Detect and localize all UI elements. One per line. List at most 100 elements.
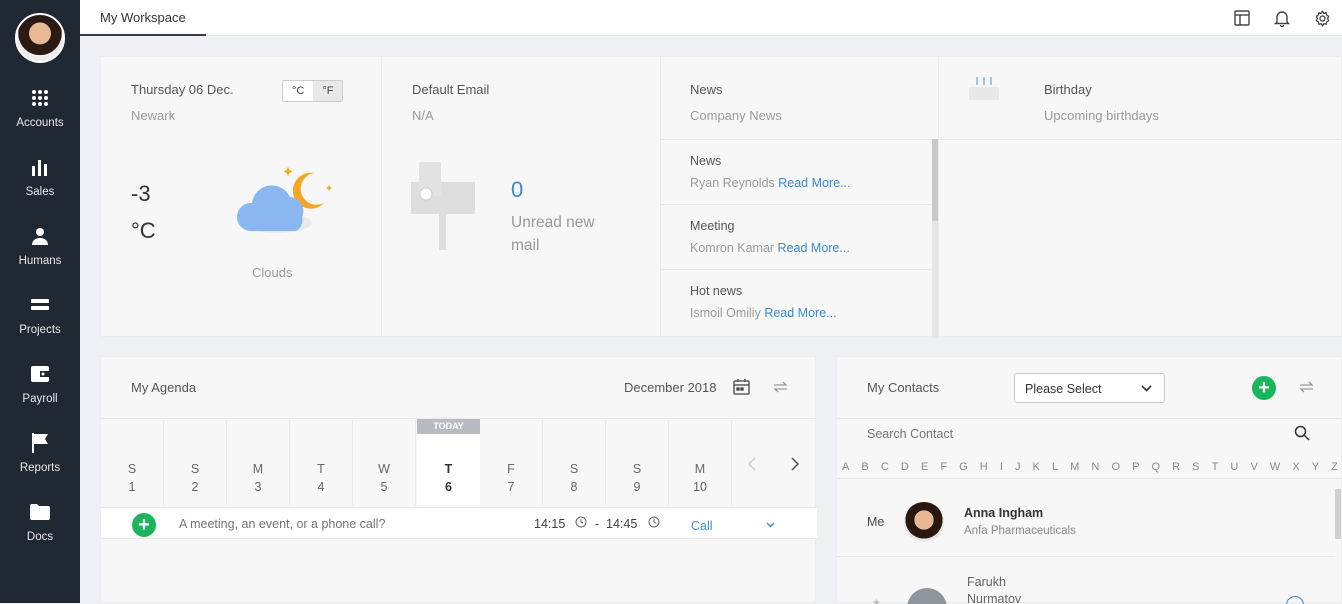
mailbox-icon [411,162,475,250]
letter-filter[interactable]: G [959,455,968,478]
letter-filter[interactable]: O [1111,455,1120,478]
agenda-day[interactable]: S9 [606,420,669,505]
contact-company: Anfa Pharmaceuticals [964,525,1076,537]
letter-filter[interactable]: U [1230,455,1238,478]
unit-fahrenheit-button[interactable]: °F [313,81,343,101]
user-avatar[interactable] [15,13,65,63]
top-bar: My Workspace [80,0,1342,36]
letter-filter[interactable]: V [1250,455,1257,478]
chevron-right-icon[interactable] [790,457,800,471]
folder-icon [30,501,50,523]
event-input[interactable] [179,514,509,534]
event-type-select[interactable]: Call [691,519,713,533]
sidebar-item-payroll[interactable]: Payroll [0,349,80,418]
sidebar-item-reports[interactable]: Reports [0,418,80,487]
weather-condition: Clouds [252,265,293,280]
contact-avatar [907,588,947,604]
letter-filter[interactable]: D [901,455,909,478]
agenda-day[interactable]: S1 [101,420,164,505]
letter-filter[interactable]: S [1192,455,1199,478]
add-contact-button[interactable]: + [1252,376,1276,400]
chevron-down-icon[interactable] [766,522,775,528]
alphabet-filter: A B C D E F G H I J K L M N O P Q R S T … [837,455,1342,479]
unit-toggle: °C °F [282,80,344,102]
cloudy-night-icon [236,167,332,233]
news-item[interactable]: Hot news Ismoil Omiliy Read More... [661,270,938,336]
flag-icon [31,432,49,454]
sidebar-item-sales[interactable]: Sales [0,142,80,211]
unit-celsius-button[interactable]: °C [283,81,314,101]
agenda-day[interactable]: M3 [227,420,290,505]
contacts-scrollbar-thumb[interactable] [1335,489,1341,539]
letter-filter[interactable]: Y [1312,455,1319,478]
agenda-day[interactable]: M 10 [669,420,732,505]
letter-filter[interactable]: K [1033,455,1040,478]
letter-filter[interactable]: J [1015,455,1021,478]
read-more-link[interactable]: Read More... [764,306,836,320]
letter-filter[interactable]: T [1212,455,1219,478]
letter-filter[interactable]: W [1270,455,1280,478]
time-to[interactable]: 14:45 [606,517,637,531]
news-item-title: Meeting [690,219,735,233]
bell-icon[interactable] [1262,10,1302,27]
wallet-icon [31,363,49,385]
letter-filter[interactable]: Q [1152,455,1161,478]
letter-filter[interactable]: I [1000,455,1003,478]
unread-count[interactable]: 0 [511,177,523,203]
email-address: N/A [412,108,434,123]
calendar-icon[interactable] [733,378,750,395]
refresh-icon[interactable] [772,379,789,395]
person-icon [31,225,49,247]
letter-filter[interactable]: P [1132,455,1139,478]
agenda-entry-row: + 14:15 - 14:45 Call [101,507,817,539]
letter-filter[interactable]: E [921,455,928,478]
letter-filter[interactable]: R [1172,455,1180,478]
agenda-day[interactable]: S2 [164,420,227,505]
letter-filter[interactable]: A [842,455,849,478]
news-item[interactable]: Meeting Komron Kamar Read More... [661,205,938,270]
gear-icon[interactable] [1302,9,1342,27]
search-contact-input[interactable] [867,424,1267,444]
letter-filter[interactable]: Z [1331,455,1338,478]
letter-filter[interactable]: C [881,455,889,478]
search-icon[interactable] [1294,425,1310,441]
contact-first-name: Farukh [967,575,1006,589]
layout-icon[interactable] [1222,10,1262,26]
tab-my-workspace[interactable]: My Workspace [80,0,206,36]
sidebar-item-accounts[interactable]: Accounts [0,73,80,142]
unread-label: Unread new mail [511,211,595,257]
refresh-icon[interactable] [1298,379,1315,395]
letter-filter[interactable]: H [980,455,988,478]
agenda-day-today[interactable]: TODAY T6 [417,419,480,505]
sidebar-item-projects[interactable]: Projects [0,280,80,349]
read-more-link[interactable]: Read More... [778,241,850,255]
star-icon[interactable]: ★ [872,598,881,604]
letter-filter[interactable]: M [1070,455,1079,478]
clock-icon[interactable] [648,516,660,528]
agenda-day[interactable]: T4 [290,420,353,505]
agenda-day[interactable]: F7 [480,420,543,505]
read-more-link[interactable]: Read More... [778,176,850,190]
sidebar-item-humans[interactable]: Humans [0,211,80,280]
weather-date: Thursday 06 Dec. [131,82,234,97]
news-item[interactable]: News Ryan Reynolds Read More... [661,140,938,205]
contact-row[interactable]: ★ Farukh Nurmatov [837,558,1335,604]
grid-icon [31,87,49,109]
sidebar-item-label: Accounts [16,116,64,129]
letter-filter[interactable]: X [1292,455,1299,478]
add-event-button[interactable]: + [132,513,156,537]
letter-filter[interactable]: L [1052,455,1058,478]
agenda-day[interactable]: W5 [353,420,416,505]
chevron-left-icon[interactable] [747,457,757,471]
me-label: Me [867,515,885,529]
letter-filter[interactable]: F [940,455,947,478]
letter-filter[interactable]: B [861,455,868,478]
contacts-filter-select[interactable]: Please Select [1014,373,1165,403]
contact-row-me[interactable]: Me Anna Ingham Anfa Pharmaceuticals [837,489,1335,557]
contact-avatar [904,502,944,542]
letter-filter[interactable]: N [1091,455,1099,478]
agenda-day[interactable]: S8 [543,420,606,505]
sidebar-item-docs[interactable]: Docs [0,487,80,556]
time-from[interactable]: 14:15 [534,517,565,531]
clock-icon[interactable] [575,516,587,528]
